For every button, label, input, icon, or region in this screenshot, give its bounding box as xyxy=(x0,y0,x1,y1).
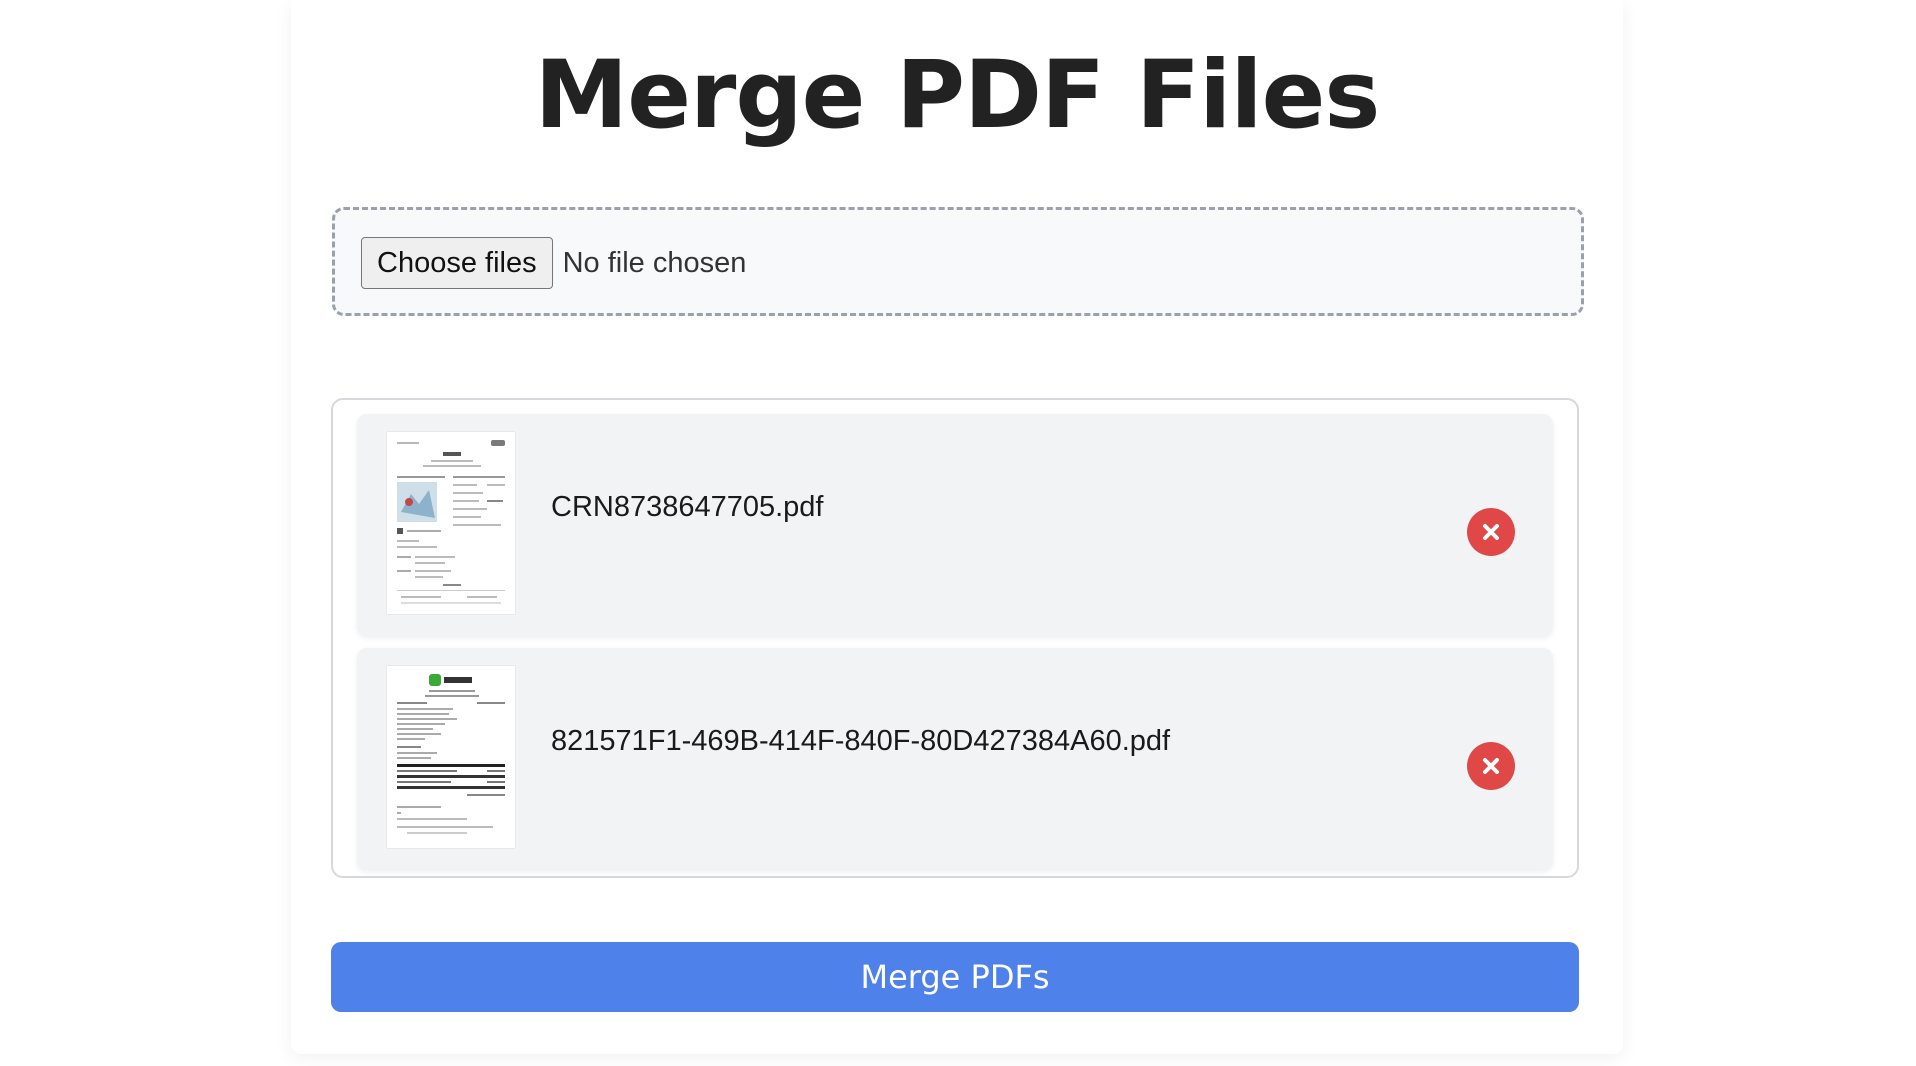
file-status-text: No file chosen xyxy=(562,246,747,279)
merge-pdfs-button[interactable]: Merge PDFs xyxy=(331,942,1579,1012)
file-list: CRN8738647705.pdf 821571F1-469B-414F-840… xyxy=(331,398,1579,878)
remove-file-button[interactable] xyxy=(1467,742,1515,790)
file-dropzone[interactable]: Choose files No file chosen xyxy=(332,207,1584,316)
file-input[interactable]: Choose files No file chosen xyxy=(361,237,746,289)
merge-card: Merge PDF Files Choose files No file cho… xyxy=(291,0,1623,1054)
remove-file-button[interactable] xyxy=(1467,508,1515,556)
close-icon xyxy=(1483,758,1499,774)
file-name: 821571F1-469B-414F-840F-80D427384A60.pdf xyxy=(551,724,1171,757)
file-list-item[interactable]: CRN8738647705.pdf xyxy=(357,414,1553,636)
close-icon xyxy=(1483,524,1499,540)
page-title: Merge PDF Files xyxy=(534,41,1381,150)
pdf-receipt-thumbnail-icon xyxy=(387,432,515,614)
pdf-invoice-thumbnail-icon xyxy=(387,666,515,848)
file-name: CRN8738647705.pdf xyxy=(551,490,824,523)
choose-files-button[interactable]: Choose files xyxy=(361,237,553,289)
file-list-item[interactable]: 821571F1-469B-414F-840F-80D427384A60.pdf xyxy=(357,648,1553,870)
